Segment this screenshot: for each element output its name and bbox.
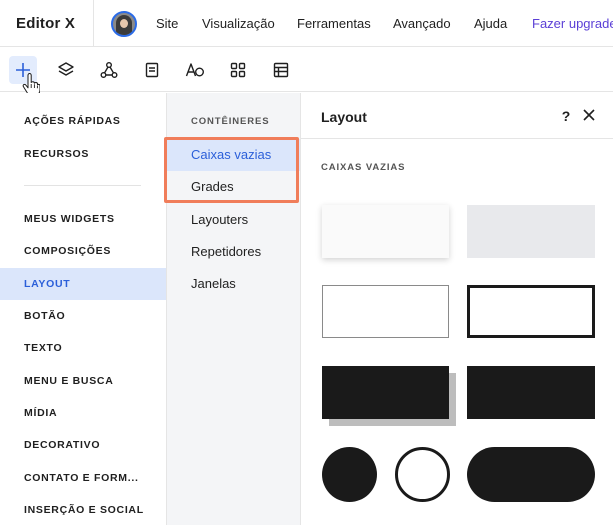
help-icon[interactable]: ?: [559, 107, 573, 125]
box-preset-thick-outline[interactable]: [467, 285, 595, 338]
pages-icon[interactable]: [138, 56, 166, 84]
panel-header: Layout ?: [301, 93, 613, 139]
menu-site[interactable]: Site: [156, 16, 178, 31]
subcategory-janelas[interactable]: Janelas: [167, 268, 300, 300]
box-preset-gray[interactable]: [467, 205, 595, 258]
category-contato-e-form[interactable]: CONTATO E FORM...: [0, 462, 166, 494]
subcategory-repetidores[interactable]: Repetidores: [167, 236, 300, 268]
menu-visualizacao[interactable]: Visualização: [202, 16, 275, 31]
add-panel-categories: AÇÕES RÁPIDAS RECURSOS MEUS WIDGETS COMP…: [0, 93, 167, 525]
category-texto[interactable]: TEXTO: [0, 332, 166, 364]
circle-preset-outline[interactable]: [395, 447, 450, 502]
subcategory-heading: CONTÊINERES: [191, 116, 270, 127]
fonts-icon[interactable]: [181, 56, 209, 84]
highlight-annotation-box: [164, 137, 299, 203]
apps-icon[interactable]: [224, 56, 252, 84]
category-recursos[interactable]: RECURSOS: [0, 138, 166, 170]
layers-icon[interactable]: [52, 56, 80, 84]
category-composicoes[interactable]: COMPOSIÇÕES: [0, 235, 166, 267]
toolbar: [0, 48, 613, 92]
category-layout[interactable]: LAYOUT: [0, 268, 166, 300]
menu-ferramentas[interactable]: Ferramentas: [297, 16, 371, 31]
box-preset-shadowed-white[interactable]: [322, 205, 449, 258]
circle-preset-dark[interactable]: [322, 447, 377, 502]
category-botao[interactable]: BOTÃO: [0, 300, 166, 332]
connections-icon[interactable]: [95, 56, 123, 84]
layout-content-panel: Layout ? CAIXAS VAZIAS: [300, 93, 613, 525]
subcategory-layouters[interactable]: Layouters: [167, 204, 300, 236]
category-menu-e-busca[interactable]: MENU E BUSCA: [0, 365, 166, 397]
box-preset-dark-with-shadow[interactable]: [322, 366, 449, 419]
category-midia[interactable]: MÍDIA: [0, 397, 166, 429]
box-preset-dark[interactable]: [467, 366, 595, 419]
category-insercao-e-social[interactable]: INSERÇÃO E SOCIAL: [0, 494, 166, 525]
table-icon[interactable]: [267, 56, 295, 84]
upgrade-link[interactable]: Fazer upgrade: [532, 16, 613, 31]
category-decorativo[interactable]: DECORATIVO: [0, 429, 166, 461]
pill-preset-dark[interactable]: [467, 447, 595, 502]
top-bar: Editor X Site Visualização Ferramentas A…: [0, 0, 613, 47]
close-icon[interactable]: [581, 107, 597, 123]
brand-logo[interactable]: Editor X: [16, 15, 75, 32]
box-preset-thin-outline[interactable]: [322, 285, 449, 338]
panel-title: Layout: [321, 109, 367, 125]
category-acoes-rapidas[interactable]: AÇÕES RÁPIDAS: [0, 105, 166, 137]
menu-ajuda[interactable]: Ajuda: [474, 16, 507, 31]
category-meus-widgets[interactable]: MEUS WIDGETS: [0, 203, 166, 235]
section-title-caixas-vazias: CAIXAS VAZIAS: [321, 162, 406, 173]
avatar[interactable]: [111, 11, 137, 37]
brand-area: Editor X: [0, 0, 94, 47]
menu-avancado[interactable]: Avançado: [393, 16, 451, 31]
category-divider: [24, 185, 141, 186]
